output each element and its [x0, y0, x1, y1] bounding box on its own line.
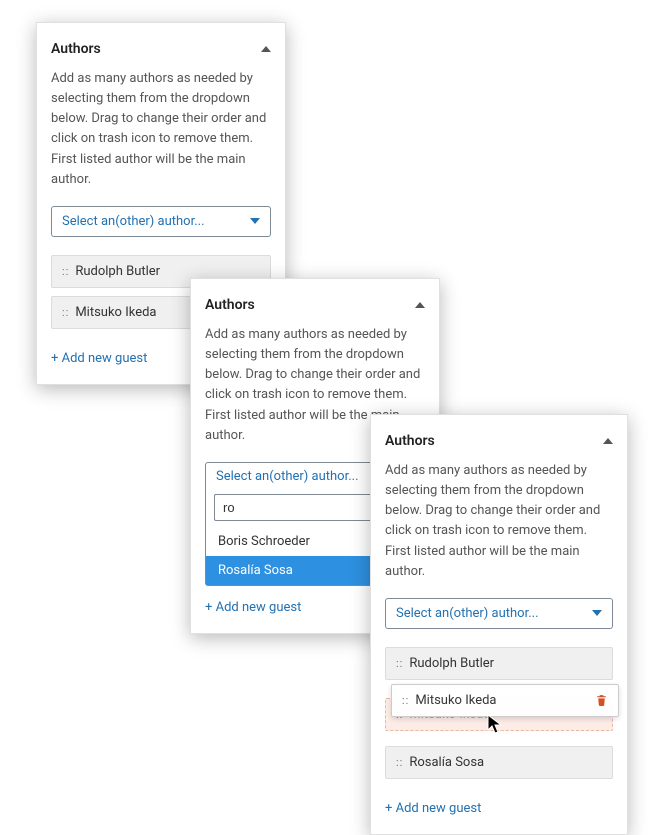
caret-down-icon [592, 608, 602, 618]
add-new-guest-link[interactable]: + Add new guest [385, 801, 481, 816]
authors-panel-dragging: Authors Add as many authors as needed by… [370, 414, 628, 835]
panel-title: Authors [385, 433, 435, 449]
add-new-guest-link[interactable]: + Add new guest [205, 600, 301, 615]
panel-header[interactable]: Authors [205, 291, 425, 325]
caret-down-icon [250, 216, 260, 226]
collapse-icon[interactable] [261, 44, 271, 54]
select-placeholder: Select an(other) author... [62, 214, 205, 229]
panel-header[interactable]: Authors [385, 427, 613, 461]
panel-title: Authors [205, 297, 255, 313]
author-name: Mitsuko Ikeda [75, 305, 156, 320]
author-name: Rudolph Butler [409, 656, 494, 671]
author-chip-dragging[interactable]: :: Mitsuko Ikeda [391, 684, 619, 717]
panel-description: Add as many authors as needed by selecti… [385, 461, 613, 598]
author-select[interactable]: Select an(other) author... [51, 206, 271, 237]
drag-handle-icon[interactable]: :: [396, 657, 403, 670]
collapse-icon[interactable] [603, 436, 613, 446]
drag-zone: :: Mitsuko Ikeda :: Mitsuko Ikeda [385, 688, 613, 738]
panel-header[interactable]: Authors [51, 35, 271, 69]
drag-handle-icon[interactable]: :: [402, 694, 409, 707]
add-new-guest-link[interactable]: + Add new guest [51, 351, 147, 366]
select-placeholder: Select an(other) author... [396, 606, 539, 621]
drag-handle-icon[interactable]: :: [62, 265, 69, 278]
author-name: Rudolph Butler [75, 264, 160, 279]
author-chip[interactable]: :: Rosalía Sosa [385, 746, 613, 779]
author-select[interactable]: Select an(other) author... [385, 598, 613, 629]
author-chip[interactable]: :: Rudolph Butler [385, 647, 613, 680]
drag-handle-icon[interactable]: :: [62, 306, 69, 319]
panel-description: Add as many authors as needed by selecti… [51, 69, 271, 206]
author-name: Rosalía Sosa [409, 755, 484, 770]
author-list: :: Rudolph Butler :: Mitsuko Ikeda :: Mi… [385, 647, 613, 779]
author-name: Mitsuko Ikeda [415, 693, 496, 708]
drag-handle-icon[interactable]: :: [396, 756, 403, 769]
trash-icon[interactable] [595, 693, 608, 707]
collapse-icon[interactable] [415, 300, 425, 310]
panel-title: Authors [51, 41, 101, 57]
